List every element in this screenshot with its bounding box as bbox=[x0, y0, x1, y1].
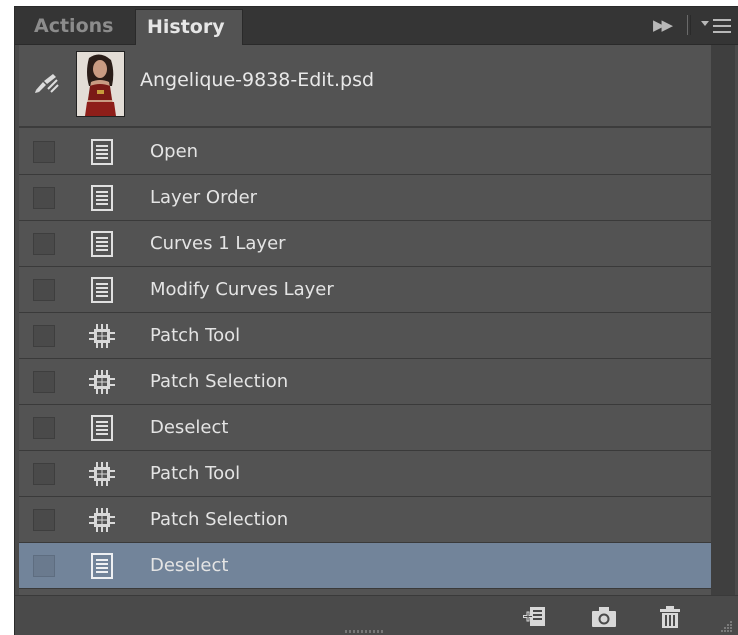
snapshot-label: Angelique-9838-Edit.psd bbox=[140, 69, 375, 91]
document-icon bbox=[91, 185, 113, 211]
history-state-row-selected[interactable]: Deselect bbox=[19, 543, 711, 589]
trash-icon[interactable] bbox=[656, 604, 684, 630]
history-state-row[interactable]: Deselect bbox=[19, 405, 711, 451]
history-state-label: Patch Selection bbox=[150, 371, 289, 392]
history-source-checkbox[interactable] bbox=[33, 371, 55, 393]
new-document-from-state-icon[interactable] bbox=[521, 604, 549, 630]
document-icon bbox=[91, 553, 113, 579]
patch-icon bbox=[89, 462, 115, 486]
tab-history[interactable]: History bbox=[135, 9, 243, 45]
history-state-label: Deselect bbox=[150, 555, 229, 576]
history-state-row[interactable]: Modify Curves Layer bbox=[19, 267, 711, 313]
history-source-checkbox[interactable] bbox=[33, 325, 55, 347]
document-icon bbox=[91, 139, 113, 165]
history-source-checkbox[interactable] bbox=[33, 187, 55, 209]
tab-actions[interactable]: Actions bbox=[21, 9, 135, 45]
patch-icon bbox=[89, 370, 115, 394]
toolbar-divider bbox=[690, 15, 691, 35]
history-state-label: Patch Tool bbox=[150, 325, 241, 346]
history-state-row[interactable]: Layer Order bbox=[19, 175, 711, 221]
history-state-label: Open bbox=[150, 141, 199, 162]
portrait-thumbnail-image bbox=[77, 52, 124, 116]
history-state-label: Patch Selection bbox=[150, 509, 289, 530]
history-state-row[interactable]: Patch Selection bbox=[19, 497, 711, 543]
history-state-label: Curves 1 Layer bbox=[150, 233, 286, 254]
snapshot-row[interactable]: Angelique-9838-Edit.psd bbox=[19, 45, 711, 128]
history-state-label: Modify Curves Layer bbox=[150, 279, 334, 300]
history-state-label: Patch Tool bbox=[150, 463, 241, 484]
history-brush-icon[interactable] bbox=[33, 71, 59, 95]
history-state-label: Deselect bbox=[150, 417, 229, 438]
panel-tab-bar: Actions History ▶▶ bbox=[15, 7, 738, 45]
history-source-checkbox[interactable] bbox=[33, 463, 55, 485]
history-state-label: Layer Order bbox=[150, 187, 258, 208]
history-states-list: Open Layer Order Curves 1 Layer Modify C… bbox=[19, 129, 711, 589]
history-state-row[interactable]: Patch Tool bbox=[19, 451, 711, 497]
history-state-row[interactable]: Curves 1 Layer bbox=[19, 221, 711, 267]
history-source-checkbox[interactable] bbox=[33, 555, 55, 577]
panel-menu-icon[interactable] bbox=[699, 17, 733, 35]
history-state-row[interactable]: Patch Tool bbox=[19, 313, 711, 359]
toolbar-divider bbox=[687, 15, 688, 35]
history-source-checkbox[interactable] bbox=[33, 509, 55, 531]
document-icon bbox=[91, 231, 113, 257]
history-state-row[interactable]: Open bbox=[19, 129, 711, 175]
history-source-checkbox[interactable] bbox=[33, 279, 55, 301]
camera-icon[interactable] bbox=[590, 604, 618, 630]
panel-resize-handle[interactable] bbox=[345, 630, 385, 633]
bottom-toolbar bbox=[15, 595, 738, 635]
resize-grip-icon[interactable] bbox=[721, 620, 733, 632]
history-source-checkbox[interactable] bbox=[33, 141, 55, 163]
patch-icon bbox=[89, 508, 115, 532]
scrollbar[interactable] bbox=[711, 45, 735, 595]
history-source-checkbox[interactable] bbox=[33, 417, 55, 439]
history-panel: Actions History ▶▶ Angelique-9838-Edit.p… bbox=[14, 6, 738, 635]
double-arrow-right-icon[interactable]: ▶▶ bbox=[653, 15, 673, 35]
history-state-row[interactable]: Patch Selection bbox=[19, 359, 711, 405]
patch-icon bbox=[89, 324, 115, 348]
history-list-area: Angelique-9838-Edit.psd Open Layer Order… bbox=[19, 45, 711, 595]
document-icon bbox=[91, 277, 113, 303]
document-icon bbox=[91, 415, 113, 441]
history-source-checkbox[interactable] bbox=[33, 233, 55, 255]
snapshot-thumbnail[interactable] bbox=[76, 51, 125, 117]
